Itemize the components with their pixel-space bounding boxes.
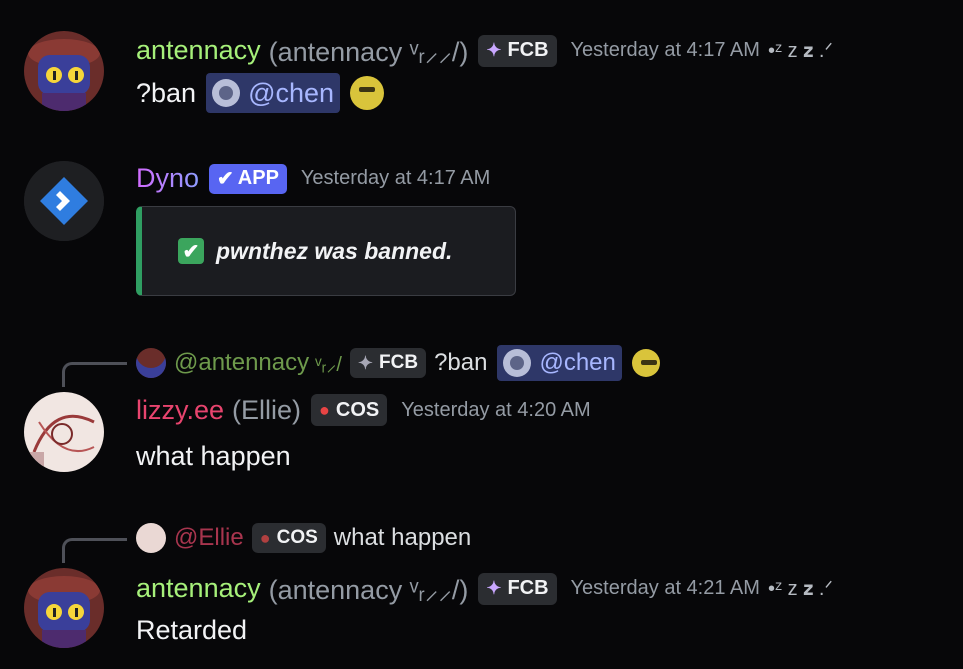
user-mention[interactable]: @chen (206, 73, 341, 113)
message-content: ?ban @chen (136, 72, 385, 114)
display-name: (Ellie) (232, 394, 302, 425)
guild-tag[interactable]: ✦ FCB (478, 572, 557, 605)
username[interactable]: antennacy (136, 35, 261, 66)
mention-label: @chen (539, 349, 616, 376)
guild-tag-label: FCB (507, 577, 549, 599)
diamond-icon: ✦ (486, 578, 502, 598)
guild-tag-label: FCB (379, 352, 419, 373)
mushroom-icon: ● (259, 527, 271, 548)
custom-emoji-icon (631, 349, 660, 377)
username[interactable]: Dyno (136, 163, 199, 194)
embed: ✔ pwnthez was banned. (136, 206, 516, 296)
custom-emoji-icon[interactable] (350, 76, 385, 110)
timestamp[interactable]: Yesterday at 4:17 AM (301, 167, 490, 190)
reply-username[interactable]: @Ellie (174, 524, 244, 552)
guild-tag-label: FCB (507, 39, 549, 61)
avatar[interactable] (24, 161, 104, 241)
mention-label: @chen (248, 77, 335, 108)
app-badge-label: APP (237, 167, 279, 189)
guild-tag-label: COS (335, 398, 380, 421)
message-text: Retarded (136, 614, 248, 645)
reply-connector (62, 362, 127, 387)
message-header: Dyno ✔ APP Yesterday at 4:17 AM (136, 163, 490, 194)
username[interactable]: lizzy.ee (136, 395, 224, 426)
message-text: ?ban (136, 77, 197, 108)
reply-decoration: ᵛᵣ⸝/ (315, 353, 342, 376)
timestamp[interactable]: Yesterday at 4:17 AM (571, 39, 760, 62)
avatar[interactable] (24, 392, 104, 472)
reply-username[interactable]: @antennacy (174, 349, 309, 377)
message-text: what happen (136, 440, 291, 471)
mention-avatar (503, 349, 532, 377)
message-header: antennacy (antennacy ᵛᵣ⸝⸝/) ✦ FCB Yester… (136, 32, 833, 69)
reply-text: ?ban (434, 349, 488, 376)
name-decoration: •ᶻ z 𝐳 .ᐟ (767, 578, 833, 600)
avatar[interactable] (24, 31, 104, 111)
message-header: antennacy (antennacy ᵛᵣ⸝⸝/) ✦ FCB Yester… (136, 570, 833, 607)
guild-tag[interactable]: ● COS (311, 394, 388, 426)
message-header: lizzy.ee (Ellie) ● COS Yesterday at 4:20… (136, 394, 591, 426)
message-content: what happen (136, 436, 291, 476)
name-decoration: •ᶻ z 𝐳 .ᐟ (767, 40, 833, 62)
diamond-icon: ✦ (486, 40, 502, 60)
reply-avatar (136, 523, 166, 553)
mention-avatar (212, 79, 241, 107)
guild-tag[interactable]: ✦ FCB (478, 34, 557, 67)
display-name: (antennacy ᵛᵣ⸝⸝/) (268, 575, 469, 605)
username[interactable]: antennacy (136, 573, 261, 604)
reply-text: what happen (333, 524, 472, 551)
guild-tag-label: COS (276, 527, 318, 548)
diamond-icon: ✦ (357, 352, 373, 373)
reply-avatar (136, 348, 166, 378)
embed-text: pwnthez was banned. (216, 237, 453, 264)
avatar[interactable] (24, 568, 104, 648)
reply-preview[interactable]: @Ellie ● COS what happen (136, 520, 471, 556)
display-name: (antennacy ᵛᵣ⸝⸝/) (268, 37, 469, 67)
user-mention[interactable]: @chen (497, 345, 622, 381)
timestamp[interactable]: Yesterday at 4:20 AM (401, 399, 590, 422)
timestamp[interactable]: Yesterday at 4:21 AM (571, 577, 760, 600)
reply-connector (62, 538, 127, 563)
reply-preview[interactable]: @antennacy ᵛᵣ⸝/ ✦ FCB ?ban @chen (136, 344, 660, 382)
verified-check-icon: ✔ (217, 168, 234, 190)
message-content: Retarded (136, 610, 247, 650)
reply-guild-tag: ● COS (251, 523, 326, 553)
check-mark-icon: ✔ (178, 238, 204, 264)
mushroom-icon: ● (319, 399, 330, 420)
reply-guild-tag: ✦ FCB (349, 348, 427, 378)
app-badge: ✔ APP (209, 163, 287, 194)
